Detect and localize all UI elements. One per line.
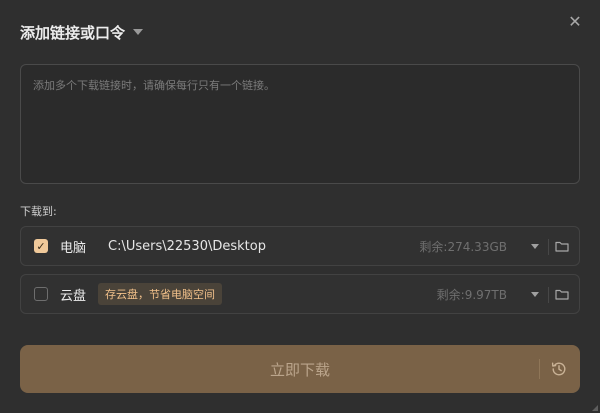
- clock-history-icon[interactable]: [550, 360, 568, 378]
- chevron-down-icon[interactable]: [133, 29, 144, 35]
- cloud-tip-badge: 存云盘，节省电脑空间: [98, 283, 222, 305]
- download-to-label: 下载到:: [20, 205, 57, 218]
- download-now-button[interactable]: 立即下载: [20, 345, 580, 393]
- link-input[interactable]: [21, 65, 579, 183]
- divider: [548, 287, 549, 303]
- cloud-checkbox[interactable]: [34, 287, 48, 301]
- link-input-area[interactable]: [20, 64, 580, 184]
- folder-icon[interactable]: [555, 240, 569, 252]
- destination-row-cloud[interactable]: 云盘 存云盘，节省电脑空间 剩余:9.97TB: [20, 274, 580, 314]
- resize-grip[interactable]: [592, 405, 598, 411]
- download-path[interactable]: C:\Users\22530\Desktop: [108, 239, 266, 254]
- free-space-computer: 剩余:274.33GB: [419, 239, 507, 254]
- destination-row-computer[interactable]: ✓ 电脑 C:\Users\22530\Desktop 剩余:274.33GB: [20, 226, 580, 266]
- cloud-dropdown-icon[interactable]: [531, 291, 539, 297]
- destination-name-cloud: 云盘: [60, 288, 87, 304]
- close-icon[interactable]: ✕: [566, 13, 584, 31]
- divider: [539, 359, 540, 379]
- dialog-header[interactable]: 添加链接或口令: [20, 22, 144, 42]
- add-link-dialog: 添加链接或口令 ✕ 下载到: ✓ 电脑 C:\Users\22530\Deskt…: [0, 0, 600, 413]
- divider: [548, 239, 549, 255]
- computer-checkbox[interactable]: ✓: [34, 239, 48, 253]
- folder-icon[interactable]: [555, 288, 569, 300]
- download-now-label: 立即下载: [269, 360, 330, 379]
- path-dropdown-icon[interactable]: [531, 243, 539, 249]
- dialog-title: 添加链接或口令: [20, 23, 126, 42]
- free-space-cloud: 剩余:9.97TB: [436, 287, 507, 302]
- destination-name-computer: 电脑: [60, 240, 87, 256]
